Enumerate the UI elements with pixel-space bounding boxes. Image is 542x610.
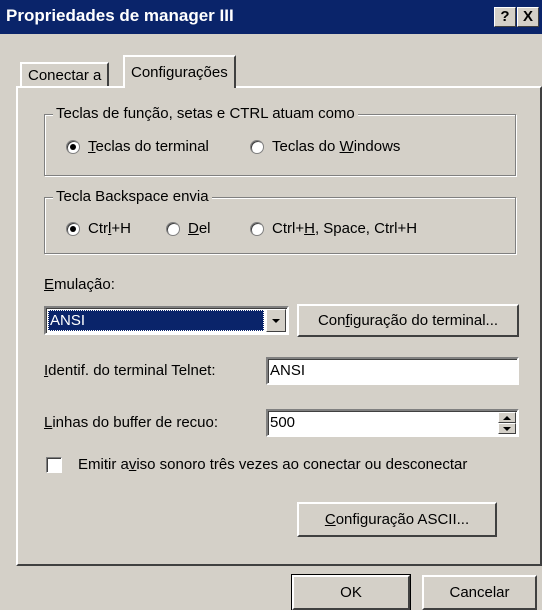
buffer-lines-label: Linhas do buffer de recuo:: [44, 414, 219, 431]
close-button[interactable]: X: [517, 7, 539, 27]
terminal-config-button[interactable]: Configuração do terminal...: [297, 304, 519, 337]
function-keys-legend: Teclas de função, setas e CTRL atuam com…: [53, 105, 358, 122]
chevron-down-icon: [272, 319, 280, 323]
spin-up-button[interactable]: [498, 412, 516, 423]
radio-indicator: [250, 221, 264, 236]
spin-down-button[interactable]: [498, 423, 516, 434]
backspace-legend: Tecla Backspace envia: [53, 188, 212, 205]
emulation-selected-value: ANSI: [48, 310, 264, 331]
radio-ctrl-h-space[interactable]: Ctrl+H, Space, Ctrl+H: [250, 220, 417, 237]
radio-indicator: [66, 221, 80, 236]
radio-del-label: Del: [188, 220, 211, 237]
tab-conectar[interactable]: Conectar a: [20, 62, 110, 88]
emulation-label: Emulação:: [44, 276, 115, 293]
emulation-dropdown-button[interactable]: [266, 309, 286, 332]
radio-indicator: [66, 139, 80, 154]
beep-label: Emitir aviso sonoro três vezes ao conect…: [78, 456, 468, 473]
beep-checkbox[interactable]: [46, 457, 62, 473]
telnet-id-input[interactable]: ANSI: [266, 357, 519, 385]
buffer-lines-spinner[interactable]: [498, 412, 516, 434]
buffer-lines-value: 500: [270, 414, 296, 431]
radio-indicator: [250, 139, 264, 154]
ok-button[interactable]: OK: [291, 574, 411, 610]
buffer-lines-input[interactable]: 500: [266, 409, 519, 437]
cancel-button[interactable]: Cancelar: [422, 575, 537, 610]
telnet-id-label: Identif. do terminal Telnet:: [44, 362, 216, 379]
radio-ctrl-h-space-label: Ctrl+H, Space, Ctrl+H: [272, 220, 418, 237]
arrow-up-icon: [503, 416, 511, 420]
title-bar: Propriedades de manager III ? X: [0, 0, 542, 34]
help-button[interactable]: ?: [494, 7, 516, 27]
emulation-select[interactable]: ANSI: [44, 306, 289, 335]
tab-configuracoes[interactable]: Configurações: [123, 55, 236, 88]
radio-terminal-keys[interactable]: Teclas do terminal: [66, 138, 209, 155]
window-title: Propriedades de manager III: [6, 6, 234, 25]
radio-del[interactable]: Del: [166, 220, 211, 237]
arrow-down-icon: [503, 427, 511, 431]
radio-terminal-keys-label: Teclas do terminal: [88, 138, 209, 155]
properties-dialog: Propriedades de manager III ? X Conectar…: [0, 0, 542, 610]
radio-ctrl-h[interactable]: Ctrl+H: [66, 220, 131, 237]
radio-windows-keys-label: Teclas do Windows: [272, 138, 401, 155]
radio-ctrl-h-label: Ctrl+H: [88, 220, 131, 237]
radio-indicator: [166, 221, 180, 236]
radio-windows-keys[interactable]: Teclas do Windows: [250, 138, 400, 155]
ascii-config-button[interactable]: Configuração ASCII...: [297, 502, 497, 537]
